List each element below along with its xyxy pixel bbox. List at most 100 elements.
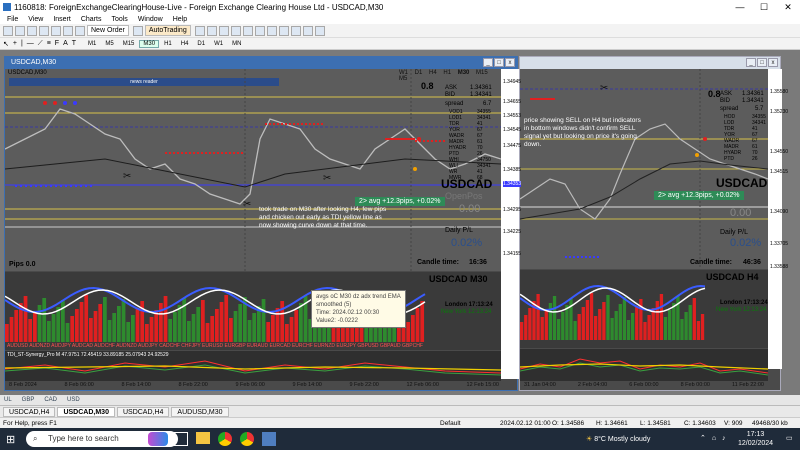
tf-h4[interactable]: H4: [177, 40, 193, 48]
cursor-icon[interactable]: ↖: [3, 40, 9, 48]
m30-maximize-button[interactable]: □: [494, 58, 504, 67]
chart-tabs: USDCAD,H4 USDCAD,M30 USDCAD,H4 AUDUSD,M3…: [0, 405, 800, 417]
channel-icon[interactable]: ≡: [47, 40, 51, 47]
maximize-button[interactable]: ☐: [752, 0, 776, 14]
candles-icon[interactable]: [206, 25, 217, 36]
tf-m15[interactable]: M15: [119, 40, 139, 48]
chart-tab-audusd-m30[interactable]: AUDUSD,M30: [171, 406, 229, 417]
taskbar-clock[interactable]: 17:13 12/02/2024: [738, 430, 773, 448]
editor-icon[interactable]: [132, 25, 143, 36]
tf-m5[interactable]: M5: [101, 40, 117, 48]
fibonacci-icon[interactable]: F: [55, 40, 59, 47]
chart-window-m30[interactable]: USDCAD,M30 _ □ x USDCAD,M30 news reader …: [4, 56, 522, 391]
close-button[interactable]: ✕: [776, 0, 800, 14]
menu-charts[interactable]: Charts: [81, 16, 102, 23]
histogram-bar: [622, 297, 627, 340]
menu-window[interactable]: Window: [138, 16, 163, 23]
menu-file[interactable]: File: [7, 16, 18, 23]
weather-widget[interactable]: ☀ 8°C Mostly cloudy: [586, 435, 650, 443]
vertical-line-icon[interactable]: |: [21, 40, 23, 47]
terminal-tab[interactable]: CAD: [44, 397, 57, 403]
m30-close-button[interactable]: x: [505, 58, 515, 67]
line-chart-icon[interactable]: [218, 25, 229, 36]
histogram-bar: [594, 316, 598, 340]
chrome-icon-2[interactable]: [240, 432, 254, 446]
zoom-out-icon[interactable]: [242, 25, 253, 36]
h4-scissors-icon: ✂: [600, 83, 608, 94]
h4-close-button[interactable]: x: [768, 58, 778, 67]
h4-minimize-button[interactable]: _: [746, 58, 756, 67]
trendline-icon[interactable]: ⟋: [38, 40, 43, 48]
tester-icon[interactable]: [75, 25, 85, 36]
price-scale-h4: 1.35580 1.35230 1.34550 1.34515 1.34090 …: [768, 69, 788, 369]
menu-insert[interactable]: Insert: [53, 16, 71, 23]
histogram-bar: [631, 313, 635, 340]
file-explorer-icon[interactable]: [196, 432, 210, 444]
templates-icon[interactable]: [314, 25, 325, 36]
tf-mn[interactable]: MN: [228, 40, 245, 48]
m30-minimize-button[interactable]: _: [483, 58, 493, 67]
chart-tab-usdcad-m30[interactable]: USDCAD,M30: [57, 406, 115, 417]
navigator-icon[interactable]: [51, 25, 61, 36]
label-icon[interactable]: T: [72, 40, 76, 47]
new-chart-icon[interactable]: [3, 25, 13, 36]
mt4-taskbar-icon[interactable]: [262, 432, 276, 446]
notification-icon[interactable]: ▭: [786, 434, 793, 442]
histogram-bar: [610, 318, 614, 340]
price-pane-m30[interactable]: USDCAD,M30 news reader W1 D1 H4 H1 M30 M…: [5, 69, 501, 271]
terminal-icon[interactable]: [63, 25, 73, 36]
start-icon[interactable]: ⊞: [6, 433, 15, 446]
time-axis-h4: 31 Jan 04:00 2 Feb 04:00 6 Feb 00:00 8 Feb …: [524, 382, 764, 388]
h4-signal-dot: [703, 137, 707, 141]
tf-w1[interactable]: W1: [210, 40, 227, 48]
copilot-icon[interactable]: [148, 432, 168, 446]
bar-chart-icon[interactable]: [194, 25, 205, 36]
text-icon[interactable]: A: [63, 40, 68, 47]
periods-icon[interactable]: [302, 25, 313, 36]
chrome-icon[interactable]: [218, 432, 232, 446]
chart-shift-icon[interactable]: [278, 25, 289, 36]
status-open: O: 1.34586: [552, 420, 585, 427]
minimize-button[interactable]: —: [728, 0, 752, 14]
histogram-bar: [700, 314, 705, 340]
chart-tab-usdcad-h4[interactable]: USDCAD,H4: [3, 406, 56, 417]
data-window-icon[interactable]: [39, 25, 49, 36]
terminal-tab[interactable]: USD: [67, 397, 80, 403]
new-order-button[interactable]: New Order: [87, 25, 129, 36]
tile-windows-icon[interactable]: [254, 25, 265, 36]
histogram-bar: [294, 310, 299, 342]
chart-tab-usdcad-h4-2[interactable]: USDCAD,H4: [116, 406, 170, 417]
chart-window-h4[interactable]: _ □ x ✂ price showing SELL on H4 but ind…: [519, 56, 788, 391]
h4-london-time: London 17:13:24: [720, 300, 768, 306]
tf-d1[interactable]: D1: [193, 40, 209, 48]
profiles-icon[interactable]: [15, 25, 25, 36]
histogram-bar: [692, 298, 696, 340]
price-pane-h4[interactable]: ✂ price showing SELL on H4 but indicator…: [520, 69, 768, 269]
menu-view[interactable]: View: [28, 16, 43, 23]
menu-tools[interactable]: Tools: [111, 16, 127, 23]
autoscroll-icon[interactable]: [266, 25, 277, 36]
terminal-tab[interactable]: UL: [4, 397, 12, 403]
terminal-tab[interactable]: GBP: [22, 397, 35, 403]
m30-pairs-strip: AUDUSD AUDNZD AUDJPY AUDCAD AUDCHF AUDNZ…: [7, 343, 423, 349]
tf-m1[interactable]: M1: [84, 40, 100, 48]
m30-spread: 6.7: [483, 101, 492, 107]
h4-maximize-button[interactable]: □: [757, 58, 767, 67]
network-icon[interactable]: ⌂: [712, 435, 716, 442]
tf-h1[interactable]: H1: [160, 40, 176, 48]
menu-help[interactable]: Help: [173, 16, 187, 23]
indicator-label: PTD: [724, 156, 734, 162]
horizontal-line-icon[interactable]: —: [27, 40, 34, 47]
tf-m30[interactable]: M30: [139, 39, 160, 48]
autotrading-button[interactable]: AutoTrading: [144, 25, 191, 36]
histogram-bar: [411, 315, 415, 342]
volume-icon[interactable]: ♪: [722, 435, 726, 442]
indicators-icon[interactable]: [290, 25, 301, 36]
zoom-in-icon[interactable]: [230, 25, 241, 36]
histogram-bar: [215, 309, 219, 342]
chevron-up-icon[interactable]: ⌃: [700, 435, 706, 442]
market-watch-icon[interactable]: [27, 25, 37, 36]
crosshair-icon[interactable]: +: [13, 40, 17, 47]
histogram-bar: [205, 323, 210, 342]
task-view-icon[interactable]: [174, 432, 188, 446]
